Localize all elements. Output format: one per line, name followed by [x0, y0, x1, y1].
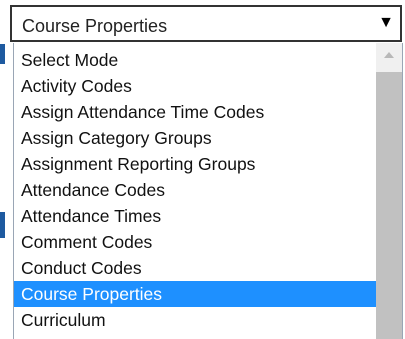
dropdown-option-conduct-codes[interactable]: Conduct Codes	[14, 255, 376, 281]
dropdown-option-course-properties[interactable]: Course Properties	[14, 281, 376, 307]
dropdown-option-attendance-times[interactable]: Attendance Times	[14, 203, 376, 229]
chevron-down-icon[interactable]: ▼	[378, 13, 394, 33]
dropdown-option-attendance-codes[interactable]: Attendance Codes	[14, 177, 376, 203]
mode-select-value: Course Properties	[22, 16, 168, 36]
dropdown-option-assignment-reporting-groups[interactable]: Assignment Reporting Groups	[14, 151, 376, 177]
dropdown-option-assign-category-groups[interactable]: Assign Category Groups	[14, 125, 376, 151]
page: Course Properties ▼ Select Mode Activity…	[0, 0, 405, 339]
scroll-up-triangle	[384, 52, 394, 58]
page-edge-marker	[0, 212, 5, 238]
dropdown-option-comment-codes[interactable]: Comment Codes	[14, 229, 376, 255]
mode-dropdown-list[interactable]: Select Mode Activity Codes Assign Attend…	[13, 43, 403, 339]
scroll-up-arrow-icon[interactable]	[376, 43, 402, 69]
dropdown-scrollbar[interactable]	[376, 43, 402, 339]
page-edge-marker	[0, 44, 5, 64]
dropdown-option-assign-attendance-time-codes[interactable]: Assign Attendance Time Codes	[14, 99, 376, 125]
dropdown-option-partial[interactable]	[14, 333, 376, 339]
scrollbar-thumb[interactable]	[376, 72, 402, 339]
dropdown-option-activity-codes[interactable]: Activity Codes	[14, 73, 376, 99]
dropdown-option-select-mode[interactable]: Select Mode	[14, 47, 376, 73]
dropdown-options: Select Mode Activity Codes Assign Attend…	[14, 47, 376, 339]
mode-select[interactable]: Course Properties ▼	[10, 5, 402, 42]
dropdown-option-curriculum[interactable]: Curriculum	[14, 307, 376, 333]
